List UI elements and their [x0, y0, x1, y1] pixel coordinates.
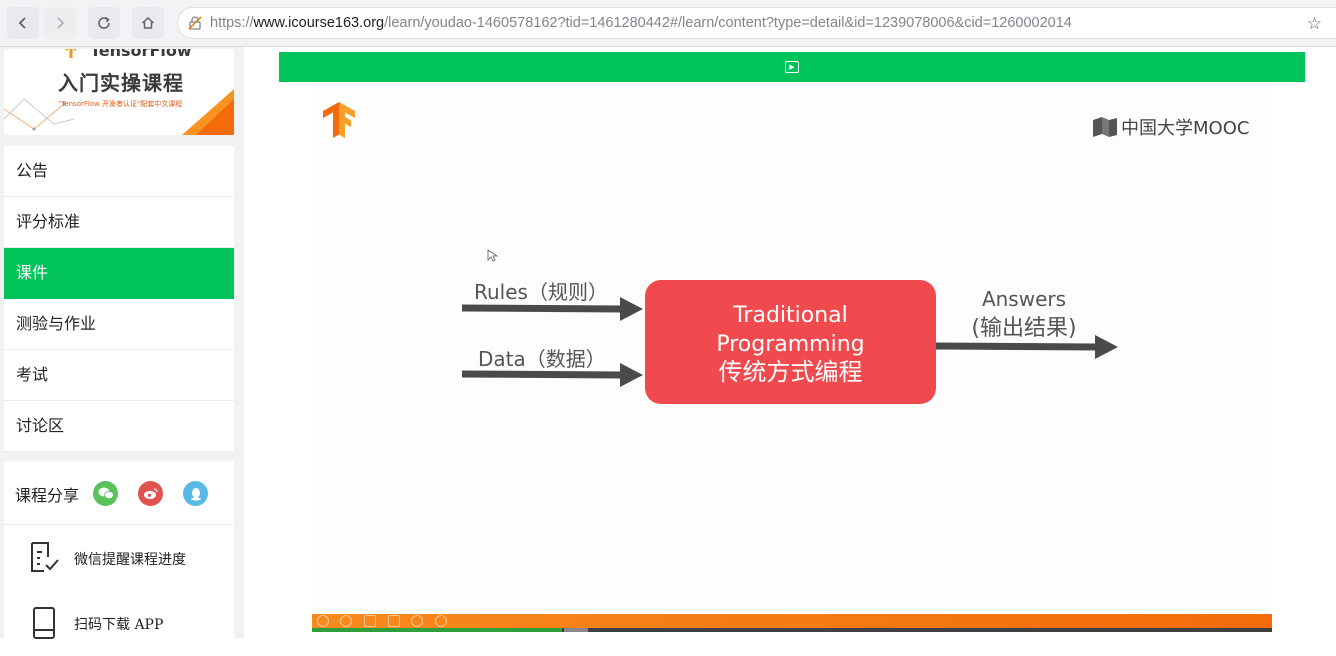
banner-top-text: TensorFlow: [90, 49, 192, 60]
box-line-2: Programming: [716, 332, 864, 357]
weibo-icon[interactable]: [138, 481, 163, 506]
back-button[interactable]: [7, 7, 39, 39]
menu-item-courseware[interactable]: 课件: [4, 248, 234, 299]
insecure-lock-icon: [188, 16, 202, 30]
prev-slide-icon[interactable]: [317, 615, 329, 627]
mouse-cursor-icon: [487, 249, 499, 262]
reload-button[interactable]: [88, 7, 120, 39]
play-icon[interactable]: ▶: [785, 61, 799, 73]
browser-toolbar: https://www.icourse163.org/learn/youdao-…: [0, 0, 1336, 47]
url-text: https://www.icourse163.org/learn/youdao-…: [210, 15, 1072, 31]
menu-item-announcements[interactable]: 公告: [4, 146, 234, 197]
chevron-right-icon: [57, 17, 65, 29]
forward-button[interactable]: [44, 7, 76, 39]
slide-grid-icon[interactable]: [388, 615, 400, 627]
url-host: www.icourse163.org: [253, 15, 385, 31]
wechat-reminder-row[interactable]: 微信提醒课程进度: [4, 527, 234, 591]
address-bar[interactable]: https://www.icourse163.org/learn/youdao-…: [177, 7, 1336, 39]
course-menu: 公告 评分标准 课件 测验与作业 考试 讨论区: [4, 146, 234, 452]
tensorflow-small-icon: [66, 49, 76, 58]
banner-title: 入门实操课程: [58, 71, 184, 95]
qq-icon[interactable]: [183, 481, 208, 506]
url-scheme: https://: [210, 15, 254, 31]
chevron-left-icon: [18, 17, 26, 29]
home-icon: [141, 16, 155, 29]
player-progress-played: [312, 628, 562, 632]
slide-frame: 中国大学MOOC Traditional Programming 传统方式编程 …: [312, 86, 1272, 616]
player-control-bar[interactable]: [312, 614, 1272, 628]
box-line-1: Traditional: [732, 303, 848, 328]
next-slide-icon[interactable]: [340, 615, 352, 627]
reload-icon: [98, 16, 110, 29]
menu-item-grading[interactable]: 评分标准: [4, 197, 234, 248]
download-app-label: 扫码下载 APP: [74, 617, 164, 633]
answers-label: Answers: [982, 287, 1066, 311]
bookmark-star-icon[interactable]: ☆: [1307, 14, 1322, 34]
rules-label: Rules（规则）: [474, 280, 608, 304]
download-app-row[interactable]: 扫码下载 APP: [4, 592, 234, 656]
course-banner[interactable]: TensorFlow 入门实操课程 "TensorFlow 开发者认证"配套中文…: [4, 49, 234, 135]
share-panel: 课程分享 微信提醒课程进度 扫码下载 APP: [4, 461, 234, 639]
share-label: 课程分享: [15, 486, 80, 505]
home-button[interactable]: [132, 7, 164, 39]
content-header-bar: ▶: [279, 52, 1305, 82]
player-progress-buffered: [564, 628, 588, 632]
traditional-programming-diagram: Traditional Programming 传统方式编程 Rules（规则）…: [461, 249, 1118, 404]
url-path: /learn/youdao-1460578162?tid=1461280442#…: [384, 15, 1072, 31]
wechat-icon[interactable]: [93, 481, 118, 506]
pen-tool-icon[interactable]: [364, 615, 376, 627]
banner-subtitle: "TensorFlow 开发者认证"配套中文课程: [58, 100, 183, 108]
checklist-icon: [31, 542, 59, 572]
menu-item-discussion[interactable]: 讨论区: [4, 401, 234, 452]
wechat-reminder-label: 微信提醒课程进度: [74, 552, 186, 568]
mobile-phone-icon: [33, 607, 55, 639]
box-line-3: 传统方式编程: [719, 358, 863, 386]
menu-item-quizzes[interactable]: 测验与作业: [4, 299, 234, 350]
answers-sub-label: (输出结果): [971, 316, 1076, 341]
data-label: Data（数据）: [478, 347, 606, 371]
menu-item-exams[interactable]: 考试: [4, 350, 234, 401]
zoom-icon[interactable]: [411, 615, 423, 627]
course-sidebar: TensorFlow 入门实操课程 "TensorFlow 开发者认证"配套中文…: [0, 47, 244, 639]
share-row: 课程分享: [4, 461, 234, 525]
more-options-icon[interactable]: [435, 615, 447, 627]
